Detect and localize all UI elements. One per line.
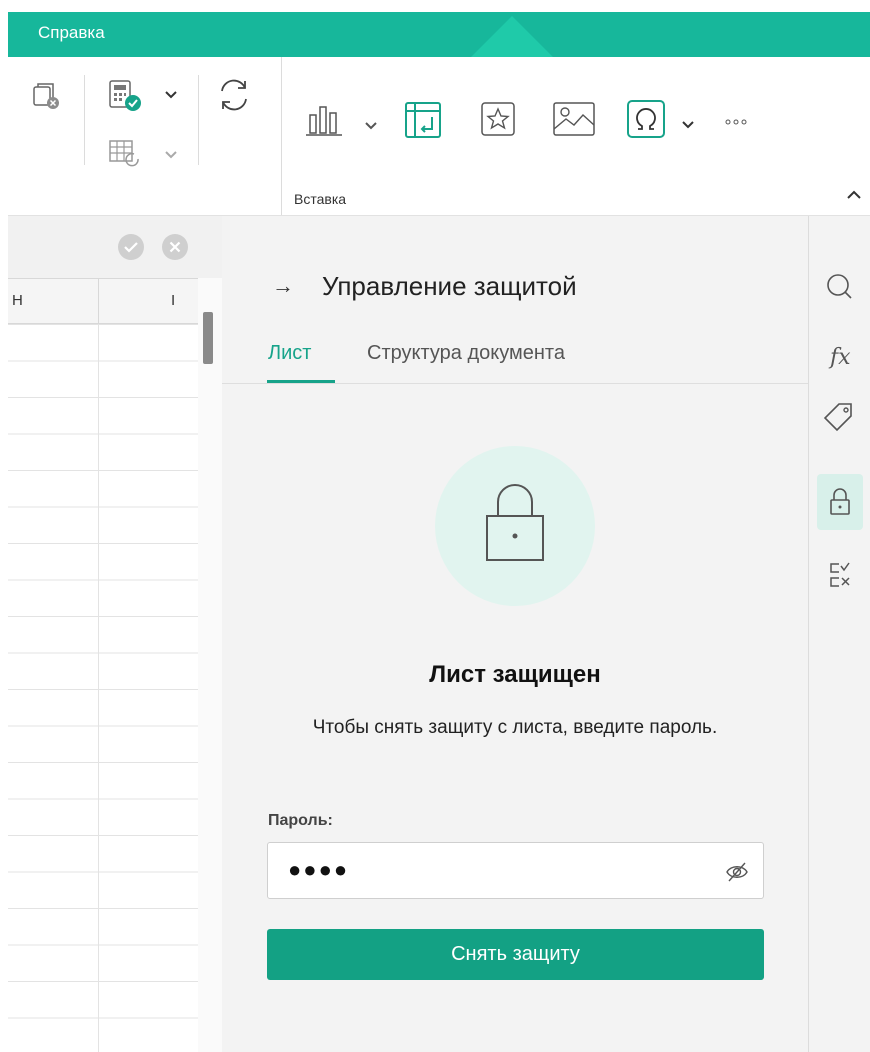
star-shape-icon[interactable] [480,101,516,142]
spreadsheet-area: H I [8,216,222,1052]
side-toolbar: fx [808,216,870,1052]
panel-title: Управление защитой [322,271,577,301]
function-icon[interactable]: fx [817,330,863,386]
chevron-down-icon[interactable] [364,118,378,136]
column-headers: H I [8,278,198,325]
search-icon[interactable] [817,260,863,316]
active-tab-indicator [267,380,335,383]
chevron-down-icon[interactable] [164,147,178,165]
password-label: Пароль: [268,812,333,829]
column-divider [98,279,99,325]
menu-tab-help[interactable]: Справка [38,23,105,43]
password-field[interactable]: ●●●● [267,842,764,899]
ribbon-separator [281,57,282,215]
chevron-up-icon[interactable] [844,185,864,205]
confirm-icon[interactable] [118,234,144,260]
vertical-scrollbar-thumb[interactable] [203,312,213,364]
image-icon[interactable] [552,101,596,142]
svg-text:fx: fx [828,345,851,370]
eye-off-icon[interactable] [725,861,749,888]
remove-window-icon[interactable] [30,81,64,116]
menu-bar-notch [470,16,554,57]
password-value: ●●●● [288,857,350,882]
menu-bar: Справка [8,12,870,57]
arrow-right-icon[interactable]: → [272,273,294,299]
panel-header: → Управление защитой Лист Структура доку… [222,216,808,384]
chevron-down-icon[interactable] [681,117,695,135]
column-header-h[interactable]: H [12,292,23,309]
protection-panel: → Управление защитой Лист Структура доку… [222,216,808,1052]
pivot-table-icon[interactable] [404,101,442,144]
tab-document-structure[interactable]: Структура документа [367,342,565,365]
status-title: Лист защищен [429,661,601,688]
calculate-sheet-icon[interactable] [108,137,144,174]
unprotect-button[interactable]: Снять защиту [267,929,764,980]
column-header-i[interactable]: I [171,292,175,309]
more-icon[interactable] [724,114,748,132]
lock-icon[interactable] [817,474,863,530]
chevron-down-icon[interactable] [164,87,178,105]
chart-icon[interactable] [304,101,344,142]
ribbon-group-insert-label: Вставка [294,191,347,207]
ribbon-separator [198,75,199,165]
check-list-icon[interactable] [817,550,863,606]
cell-grid[interactable] [8,324,198,1052]
tag-icon[interactable] [817,390,863,446]
refresh-icon[interactable] [214,75,254,120]
status-description: Чтобы снять защиту с листа, введите паро… [312,717,718,738]
vertical-scrollbar-track[interactable] [198,278,222,1052]
calculate-icon[interactable] [108,79,144,118]
ribbon-separator [84,75,85,165]
lock-icon [484,480,546,569]
cancel-icon[interactable] [162,234,188,260]
formula-bar [8,216,222,278]
tab-sheet[interactable]: Лист [268,342,311,365]
ribbon: Вставка [8,57,870,216]
special-character-icon[interactable] [626,99,666,144]
panel-tabs: Лист Структура документа [222,336,808,384]
